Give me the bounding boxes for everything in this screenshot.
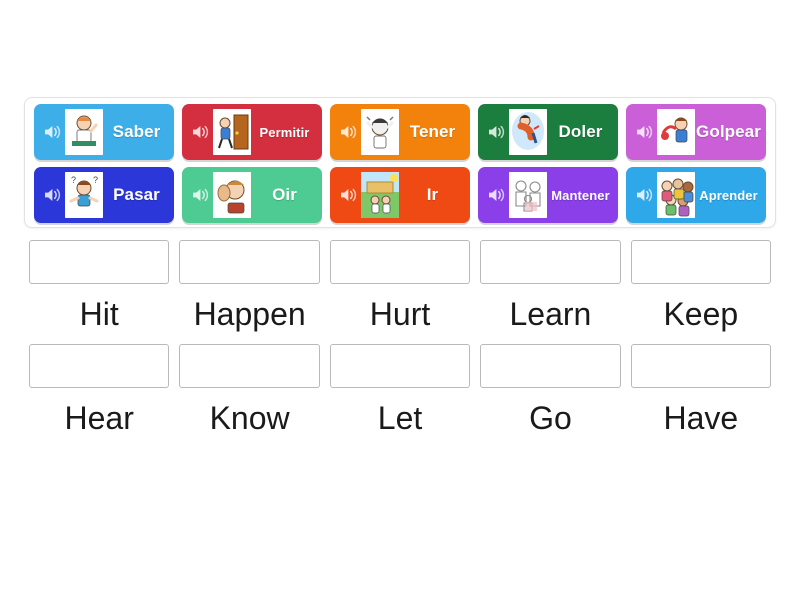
draggable-tiles-panel: Saber Permitir Tener Doler Golpear?? Pasar Oir… [24,97,776,228]
answer-cell-go: Go [480,343,621,436]
drop-target-learn[interactable] [480,240,621,284]
speaker-icon[interactable] [485,124,507,140]
drop-target-keep[interactable] [630,240,772,284]
tile-image-man-cupping-ear-listening [213,172,251,218]
answer-word-label: Hear [64,399,134,436]
answer-cell-hear: Hear [29,343,170,436]
drop-target-hear[interactable] [29,343,170,388]
speaker-icon[interactable] [633,187,655,203]
speaker-icon[interactable] [41,187,63,203]
drop-target-know[interactable] [179,343,320,388]
speaker-icon[interactable] [633,124,655,140]
draggable-tile-pasar[interactable]: ?? Pasar [34,167,174,223]
tile-label: Oir [272,185,297,204]
tile-label: Mantener [551,187,610,203]
answer-cell-happen: Happen [179,240,320,332]
answer-cell-keep: Keep [630,240,772,332]
answer-word-label: Hit [79,296,119,332]
answer-word-label: Hurt [369,296,431,332]
svg-text:?: ? [71,175,76,185]
tile-label: Saber [112,122,161,141]
draggable-tile-aprender[interactable]: Aprender [626,167,766,223]
tile-row: Saber Permitir Tener Doler Golpear [30,104,770,160]
answer-word-label: Go [529,399,572,436]
speaker-icon[interactable] [485,187,507,203]
draggable-tile-tener[interactable]: Tener [330,104,470,160]
tile-label: Aprender [699,187,758,203]
answer-cell-know: Know [179,343,320,436]
answer-row: Hear Know Let Go Have [24,343,776,436]
tile-image-children-walking-outdoors-to-school [361,172,399,218]
tile-image-man-holding-head-stressed [361,109,399,155]
draggable-tile-golpear[interactable]: Golpear [626,104,766,160]
answer-word-label: Learn [509,296,592,332]
answer-word-label: Keep [663,296,739,332]
answer-grid: Hit Happen Hurt Learn Keep Hear Know Let Go Have [24,240,776,447]
tile-image-group-of-diverse-children [657,172,695,218]
drop-target-hit[interactable] [29,240,170,284]
answer-word-label: Let [377,399,423,436]
drop-target-have[interactable] [630,343,772,388]
drop-target-happen[interactable] [179,240,320,284]
tile-image-person-with-back-pain [509,109,547,155]
tile-image-family-group-sketch [509,172,547,218]
answer-word-label: Have [663,399,739,436]
draggable-tile-doler[interactable]: Doler [478,104,618,160]
tile-label: Permitir [259,124,310,140]
speaker-icon[interactable] [189,124,211,140]
tile-image-person-opening-door-letting-someone-through [213,109,251,155]
speaker-icon[interactable] [41,124,63,140]
speaker-icon[interactable] [337,124,359,140]
answer-cell-let: Let [329,343,471,436]
tile-image-confused-boy-with-question-marks: ?? [65,172,103,218]
tile-row: ?? Pasar Oir Ir Mantener Aprender [30,167,770,223]
tile-image-girl-student-at-desk-raising-hand [65,109,103,155]
draggable-tile-mantener[interactable]: Mantener [478,167,618,223]
answer-word-label: Happen [193,296,306,332]
draggable-tile-ir[interactable]: Ir [330,167,470,223]
draggable-tile-oir[interactable]: Oir [182,167,322,223]
drop-target-let[interactable] [329,343,471,388]
answer-cell-learn: Learn [480,240,621,332]
tile-image-boy-hitting-with-object [657,109,695,155]
answer-cell-hit: Hit [29,240,170,332]
tile-label: Doler [558,122,603,141]
tile-label: Pasar [113,185,160,204]
drop-target-go[interactable] [480,343,621,388]
speaker-icon[interactable] [337,187,359,203]
draggable-tile-permitir[interactable]: Permitir [182,104,322,160]
svg-text:?: ? [93,175,98,185]
activity-root: Saber Permitir Tener Doler Golpear?? Pasar Oir… [0,0,800,600]
answer-word-label: Know [209,399,290,436]
tile-label: Tener [409,122,456,141]
answer-cell-hurt: Hurt [329,240,471,332]
answer-cell-have: Have [630,343,772,436]
speaker-icon[interactable] [189,187,211,203]
tile-label: Golpear [696,122,761,141]
tile-label: Ir [426,185,439,204]
draggable-tile-saber[interactable]: Saber [34,104,174,160]
answer-row: Hit Happen Hurt Learn Keep [24,240,776,332]
drop-target-hurt[interactable] [329,240,471,284]
